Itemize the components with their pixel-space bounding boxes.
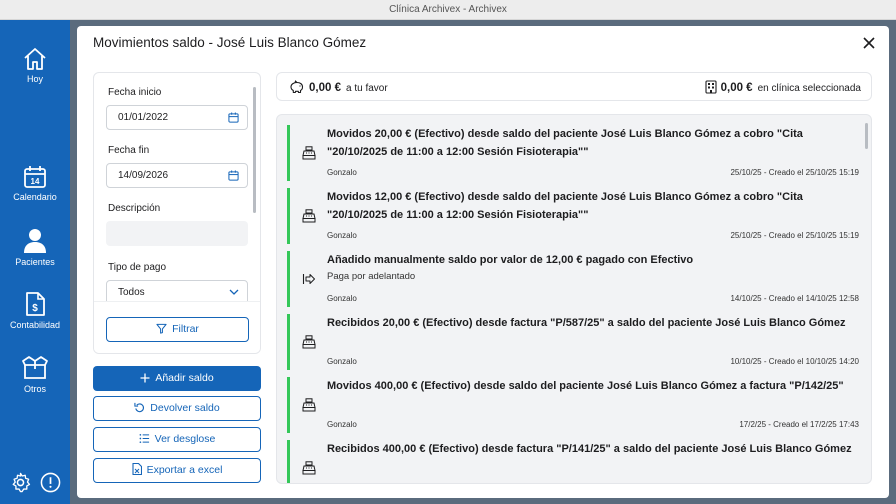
export-excel-label: Exportar a excel [146, 464, 223, 476]
sidebar-item-label: Pacientes [15, 257, 55, 267]
list-item[interactable]: Recibidos 400,00 € (Efectivo) desde fact… [287, 440, 861, 483]
movement-user: Gonzalo [327, 231, 357, 240]
sidebar-item-label: Calendario [13, 192, 57, 202]
gear-icon[interactable] [10, 472, 31, 498]
close-button[interactable] [861, 35, 877, 51]
filter-icon [156, 323, 167, 334]
filter-scrollbar[interactable] [253, 87, 256, 213]
movements-list: Movidos 20,00 € (Efectivo) desde saldo d… [276, 114, 872, 484]
movements-scrollbar[interactable] [865, 123, 868, 149]
filter-button[interactable]: Filtrar [106, 317, 249, 342]
cash-register-icon [302, 335, 316, 354]
svg-text:$: $ [32, 303, 38, 314]
cash-register-icon [302, 461, 316, 480]
sidebar-item-hoy[interactable]: Hoy [0, 47, 70, 84]
balance-clinic-label: en clínica seleccionada [757, 83, 861, 94]
movement-date: 25/10/25 - Creado el 25/10/25 15:19 [730, 231, 859, 240]
undo-icon [134, 402, 145, 413]
list-item[interactable]: Movidos 400,00 € (Efectivo) desde saldo … [287, 377, 861, 433]
payment-type-label: Tipo de pago [108, 262, 167, 273]
start-date-field[interactable]: 01/01/2022 [106, 105, 248, 130]
balance-clinic-amount: 0,00 € [720, 82, 753, 94]
balance-summary: 0,00 € a tu favor 0,00 € en clínica selecc… [276, 72, 872, 101]
movement-date: 14/10/25 - Creado el 14/10/25 12:58 [730, 294, 859, 303]
movement-date: 10/10/25 - Creado el 10/10/25 14:20 [730, 357, 859, 366]
end-date-label: Fecha fin [108, 145, 150, 156]
movement-user: Gonzalo [327, 420, 357, 429]
piggy-bank-icon [290, 80, 304, 94]
balance-favor: 0,00 € a tu favor [289, 80, 388, 94]
filter-button-label: Filtrar [172, 323, 199, 335]
list-item[interactable]: Movidos 12,00 € (Efectivo) desde saldo d… [287, 188, 861, 244]
sidebar-item-label: Otros [23, 384, 46, 394]
box-icon [22, 356, 48, 379]
end-date-field[interactable]: 14/09/2026 [106, 163, 248, 188]
sidebar-item-calendario[interactable]: 14 Calendario [0, 165, 70, 202]
balance-clinic: 0,00 € en clínica seleccionada [705, 80, 861, 94]
building-icon [705, 80, 717, 94]
cash-register-icon [302, 398, 316, 417]
end-date-value: 14/09/2026 [118, 170, 169, 181]
list-item[interactable]: Movidos 20,00 € (Efectivo) desde saldo d… [287, 125, 861, 181]
home-icon [24, 48, 46, 70]
calendar-icon [228, 112, 239, 123]
movement-user: Gonzalo [327, 357, 357, 366]
user-icon [24, 229, 46, 253]
movement-user: Gonzalo [327, 168, 357, 177]
movement-title: Movidos 12,00 € (Efectivo) desde saldo d… [327, 191, 803, 221]
calendar-day: 14 [31, 177, 40, 186]
window-titlebar: Clínica Archivex - Archivex [0, 0, 896, 20]
dialog-title: Movimientos saldo - José Luis Blanco Góm… [93, 35, 367, 50]
plus-icon [140, 373, 150, 383]
sidebar-item-otros[interactable]: Otros [0, 355, 70, 394]
cash-register-icon [302, 146, 316, 165]
sidebar: Hoy 14 Calendario Pacientes $ Contabilid… [0, 20, 70, 504]
start-date-label: Fecha inicio [108, 87, 162, 98]
movement-title: Movidos 400,00 € (Efectivo) desde saldo … [327, 380, 844, 392]
movement-subtitle: Paga por adelantado [327, 271, 416, 282]
list-item[interactable]: Recibidos 20,00 € (Efectivo) desde factu… [287, 314, 861, 370]
movement-user: Gonzalo [327, 294, 357, 303]
sidebar-item-label: Hoy [26, 74, 43, 84]
window-title: Clínica Archivex - Archivex [389, 4, 507, 15]
refund-balance-button[interactable]: Devolver saldo [93, 396, 261, 421]
movement-date: 17/2/25 - Creado el 17/2/25 17:43 [739, 420, 859, 429]
info-icon[interactable] [40, 472, 61, 498]
balance-favor-amount: 0,00 € [309, 82, 341, 94]
add-balance-button[interactable]: Añadir saldo [93, 366, 261, 391]
sidebar-item-contabilidad[interactable]: $ Contabilidad [0, 291, 70, 330]
sidebar-item-pacientes[interactable]: Pacientes [0, 228, 70, 267]
chevron-down-icon [229, 289, 239, 295]
sidebar-item-label: Contabilidad [9, 320, 61, 330]
movement-title: Añadido manualmente saldo por valor de 1… [327, 254, 694, 266]
balance-favor-label: a tu favor [345, 83, 388, 94]
description-label: Descripción [108, 203, 161, 214]
balance-movements-dialog: Movimientos saldo - José Luis Blanco Góm… [77, 26, 889, 498]
add-balance-label: Añadir saldo [155, 372, 214, 384]
spreadsheet-icon [132, 462, 142, 476]
start-date-value: 01/01/2022 [118, 112, 169, 123]
export-excel-button[interactable]: Exportar a excel [93, 458, 261, 483]
description-input[interactable] [106, 221, 248, 246]
calendar-icon [228, 170, 239, 181]
refund-balance-label: Devolver saldo [150, 402, 220, 414]
filter-panel: Fecha inicio 01/01/2022 Fecha fin 14/09/… [93, 72, 261, 354]
cash-register-icon [302, 209, 316, 228]
movement-title: Recibidos 20,00 € (Efectivo) desde factu… [327, 317, 846, 329]
movement-title: Recibidos 400,00 € (Efectivo) desde fact… [327, 443, 852, 455]
calendar-icon: 14 [24, 166, 46, 188]
close-icon [863, 37, 875, 49]
list-icon [139, 434, 149, 443]
view-breakdown-label: Ver desglose [154, 433, 216, 445]
view-breakdown-button[interactable]: Ver desglose [93, 427, 261, 452]
filter-footer: Filtrar [94, 301, 260, 353]
movement-date: 25/10/25 - Creado el 25/10/25 15:19 [730, 168, 859, 177]
arrow-in-icon [302, 272, 316, 291]
invoice-icon: $ [26, 292, 45, 316]
list-item[interactable]: Añadido manualmente saldo por valor de 1… [287, 251, 861, 307]
payment-type-value: Todos [118, 287, 145, 298]
movement-title: Movidos 20,00 € (Efectivo) desde saldo d… [327, 128, 803, 158]
